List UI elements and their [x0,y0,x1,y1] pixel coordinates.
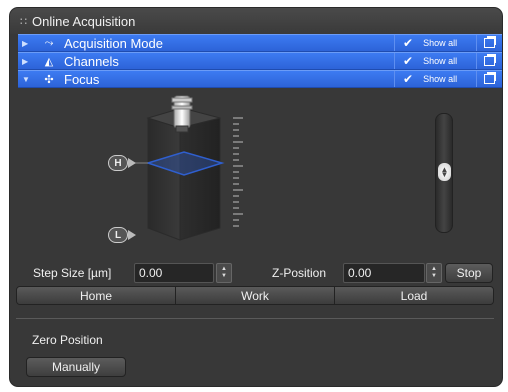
check-icon: ✔ [403,72,414,86]
step-size-spinner[interactable]: ▲ ▼ [216,263,232,283]
panel-title: Online Acquisition [32,13,136,29]
collapse-arrow-icon[interactable]: ▼ [22,75,32,84]
step-size-input[interactable] [134,263,214,283]
expand-arrow-icon[interactable]: ▶ [22,39,32,48]
undock-button[interactable] [476,71,502,87]
load-button[interactable]: Load [335,287,493,304]
z-position-input[interactable] [343,263,425,283]
external-window-icon [484,54,496,66]
check-icon: ✔ [403,36,414,50]
expand-arrow-icon[interactable]: ▶ [22,57,32,66]
z-position-spinner[interactable]: ▲ ▼ [426,263,442,283]
low-marker-pointer-icon [128,230,136,240]
high-marker-pointer-icon [128,158,136,168]
undock-button[interactable] [476,53,502,69]
section-label: Channels [64,53,119,69]
stop-button[interactable]: Stop [445,263,493,283]
z-position-label: Z-Position [272,266,327,280]
high-marker-label: H [114,157,122,169]
z-slider-thumb[interactable]: ▲ ▼ [438,163,451,181]
external-window-icon [484,72,496,84]
show-all-label: Show all [423,74,458,84]
show-all-label: Show all [423,38,458,48]
online-acquisition-panel: ∷ Online Acquisition ▶ ⤳ Acquisition Mod… [10,8,502,386]
channels-icon: ◭ [44,55,54,68]
section-label: Focus [64,71,100,87]
check-icon: ✔ [403,54,414,68]
work-button[interactable]: Work [176,287,335,304]
show-all-toggle[interactable]: ✔ Show all [394,71,476,87]
section-label: Acquisition Mode [64,35,163,51]
show-all-label: Show all [423,56,458,66]
undock-button[interactable] [476,35,502,51]
section-focus[interactable]: ▼ ✣ Focus ✔ Show all [18,70,502,88]
low-limit-marker[interactable]: L [108,227,128,243]
divider [16,318,494,319]
grip-dots-icon: ∷ [20,15,27,28]
panel-title-bar: ∷ Online Acquisition [10,8,502,34]
show-all-toggle[interactable]: ✔ Show all [394,53,476,69]
section-channels[interactable]: ▶ ◭ Channels ✔ Show all [18,52,502,70]
position-button-group: Home Work Load [16,286,494,305]
external-window-icon [484,36,496,48]
low-marker-label: L [114,229,122,241]
acquisition-mode-icon: ⤳ [44,36,54,49]
high-limit-marker[interactable]: H [108,155,128,171]
home-button[interactable]: Home [17,287,176,304]
manually-button[interactable]: Manually [26,357,126,377]
section-acquisition-mode[interactable]: ▶ ⤳ Acquisition Mode ✔ Show all [18,34,502,52]
step-size-label: Step Size [µm] [33,266,112,280]
focus-icon: ✣ [44,73,54,86]
zero-position-label: Zero Position [32,333,103,347]
show-all-toggle[interactable]: ✔ Show all [394,35,476,51]
